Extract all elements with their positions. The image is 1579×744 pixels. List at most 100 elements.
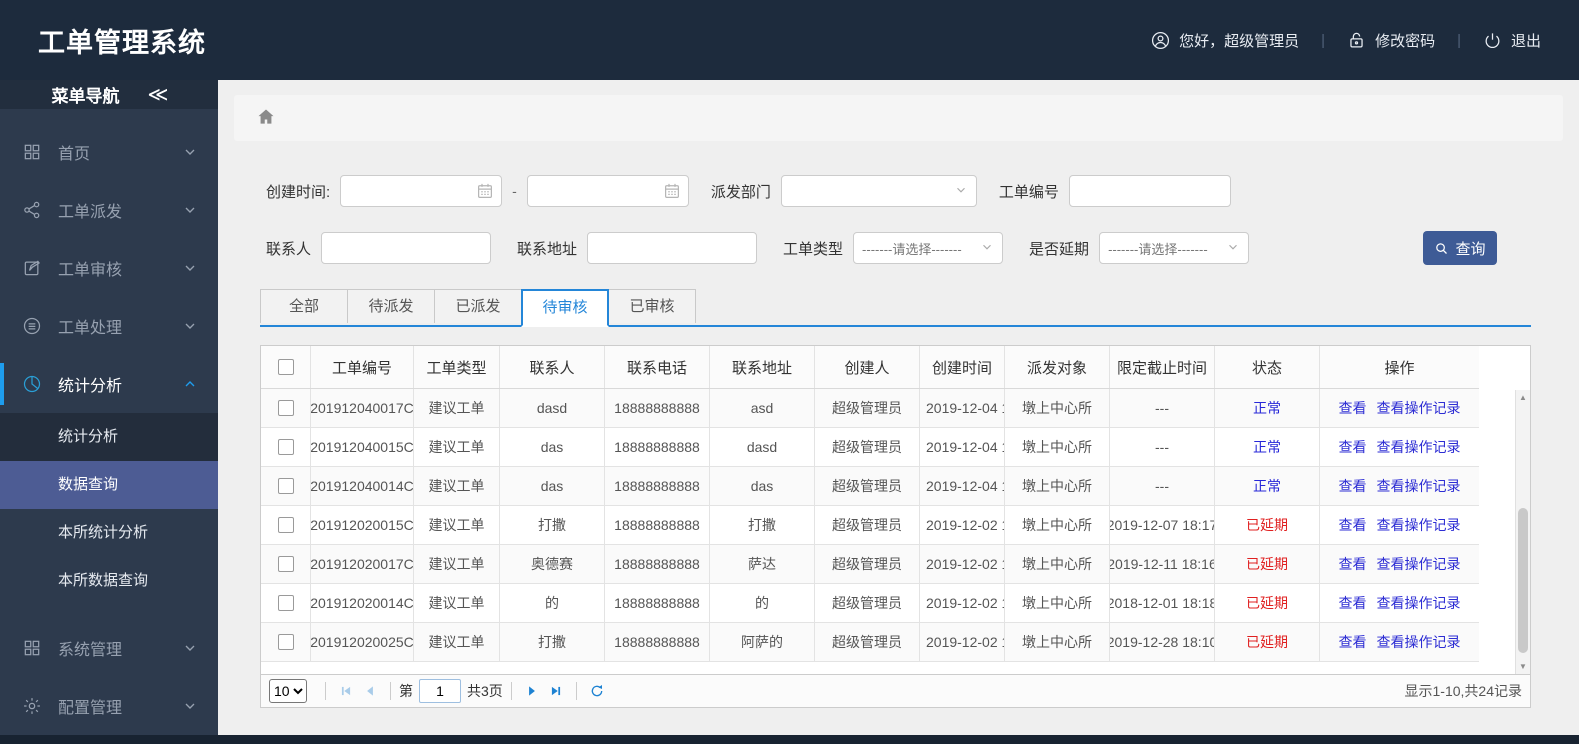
row-checkbox[interactable] [277,595,294,611]
cell-contact: dasd [500,389,605,427]
user-greeting[interactable]: 您好，超级管理员 [1151,30,1299,51]
first-page-button[interactable] [334,680,358,702]
sidebar-item-review[interactable]: 工单审核 [0,239,218,297]
scrollbar-thumb[interactable] [1518,508,1528,653]
delay-select[interactable]: -------请选择------- [1099,232,1250,264]
view-link[interactable]: 查看 [1339,398,1367,418]
create-time-end-input[interactable] [526,175,689,207]
view-link[interactable]: 查看 [1339,554,1367,574]
select-all-checkbox[interactable] [277,359,294,375]
row-checkbox[interactable] [277,400,294,416]
column-header: 工单编号 [311,346,414,388]
sidebar-item-dispatch[interactable]: 工单派发 [0,181,218,239]
cell-deadline: 2019-12-07 18:17 [1110,506,1215,544]
sidebar-collapse-button[interactable]: ≪ [148,82,169,107]
tab-reviewed[interactable]: 已审核 [608,289,696,323]
tab-pending-review[interactable]: 待审核 [521,289,609,327]
sidebar-item-label: 工单派发 [58,204,123,221]
scroll-up-arrow[interactable]: ▲ [1516,390,1530,405]
address-input[interactable] [587,232,758,264]
next-page-button[interactable] [520,680,544,702]
table-row: 201912040015C 建议工单 das 18888888888 dasd … [261,428,1479,467]
cell-order-type: 建议工单 [414,623,500,661]
cell-order-type: 建议工单 [414,545,500,583]
sidebar-item-process[interactable]: 工单处理 [0,297,218,355]
row-checkbox[interactable] [277,556,294,572]
cell-deadline: 2019-12-28 18:10 [1110,623,1215,661]
cell-address: dasd [710,428,815,466]
create-time-start-input[interactable] [340,175,503,207]
sidebar-item-label: 系统管理 [58,642,123,659]
view-link[interactable]: 查看 [1339,515,1367,535]
change-password-link[interactable]: 修改密码 [1347,30,1435,51]
breadcrumb [234,95,1563,141]
sidebar-title: 菜单导航 [51,87,120,106]
search-button[interactable]: 查询 [1423,231,1497,265]
home-icon[interactable] [256,107,276,130]
tab-dispatched[interactable]: 已派发 [434,289,522,323]
logout-link[interactable]: 退出 [1483,30,1541,51]
sidebar-item-label: 工单审核 [58,262,123,279]
view-log-link[interactable]: 查看操作记录 [1377,554,1461,574]
cell-order-no: 201912020025C [311,623,414,661]
sidebar-item-system[interactable]: 系统管理 [0,619,218,677]
submenu-item-data-query[interactable]: 数据查询 [0,461,218,509]
search-icon [1436,242,1448,254]
cell-address: 的 [710,584,815,622]
tab-all[interactable]: 全部 [260,289,348,323]
order-no-input[interactable] [1068,175,1231,207]
view-link[interactable]: 查看 [1339,593,1367,613]
prev-page-button[interactable] [358,680,382,702]
column-header: 工单类型 [414,346,500,388]
view-log-link[interactable]: 查看操作记录 [1377,476,1461,496]
cell-create-time: 2019-12-02 16 [920,506,1005,544]
cell-target: 墩上中心所 [1005,389,1110,427]
contact-input[interactable] [321,232,492,264]
view-link[interactable]: 查看 [1339,437,1367,457]
grid-icon [22,142,42,162]
view-log-link[interactable]: 查看操作记录 [1377,593,1461,613]
order-type-select[interactable]: -------请选择------- [853,232,1004,264]
change-password-text: 修改密码 [1375,32,1436,50]
view-log-link[interactable]: 查看操作记录 [1377,398,1461,418]
submenu-item-local-data-query[interactable]: 本所数据查询 [0,557,218,605]
row-checkbox[interactable] [277,634,294,650]
chevron-down-icon [182,698,198,714]
greeting-text: 您好，超级管理员 [1179,32,1300,50]
view-link[interactable]: 查看 [1339,476,1367,496]
scroll-down-arrow[interactable]: ▼ [1516,659,1530,674]
submenu-item-statistics[interactable]: 统计分析 [0,413,218,461]
submenu-item-local-statistics[interactable]: 本所统计分析 [0,509,218,557]
sidebar-item-label: 工单处理 [58,320,123,337]
sidebar-item-statistics[interactable]: 统计分析 [0,355,218,413]
sidebar-item-home[interactable]: 首页 [0,123,218,181]
page-number-input[interactable] [419,679,461,703]
view-log-link[interactable]: 查看操作记录 [1377,632,1461,652]
view-link[interactable]: 查看 [1339,632,1367,652]
tab-pending-dispatch[interactable]: 待派发 [347,289,435,323]
gear-icon [22,696,42,716]
last-page-button[interactable] [544,680,568,702]
calendar-icon[interactable] [476,182,494,200]
sidebar-item-label: 首页 [58,146,91,163]
sidebar-item-config[interactable]: 配置管理 [0,677,218,735]
page-footer [0,735,1579,744]
pie-chart-icon [22,374,42,394]
cell-contact: 打撒 [500,506,605,544]
row-checkbox[interactable] [277,517,294,533]
table-scrollbar[interactable]: ▲ ▼ [1515,390,1530,674]
view-log-link[interactable]: 查看操作记录 [1377,437,1461,457]
cell-contact: 的 [500,584,605,622]
cell-deadline: --- [1110,389,1215,427]
refresh-icon[interactable] [585,680,609,702]
row-checkbox[interactable] [277,439,294,455]
row-checkbox[interactable] [277,478,294,494]
cell-target: 墩上中心所 [1005,623,1110,661]
status-badge: 已延期 [1246,517,1288,533]
calendar-icon[interactable] [663,182,681,200]
dispatch-dept-select[interactable] [780,175,977,207]
view-log-link[interactable]: 查看操作记录 [1377,515,1461,535]
create-time-label: 创建时间: [266,183,331,201]
page-size-select[interactable]: 10 [269,679,307,703]
dispatch-dept-label: 派发部门 [710,183,771,201]
